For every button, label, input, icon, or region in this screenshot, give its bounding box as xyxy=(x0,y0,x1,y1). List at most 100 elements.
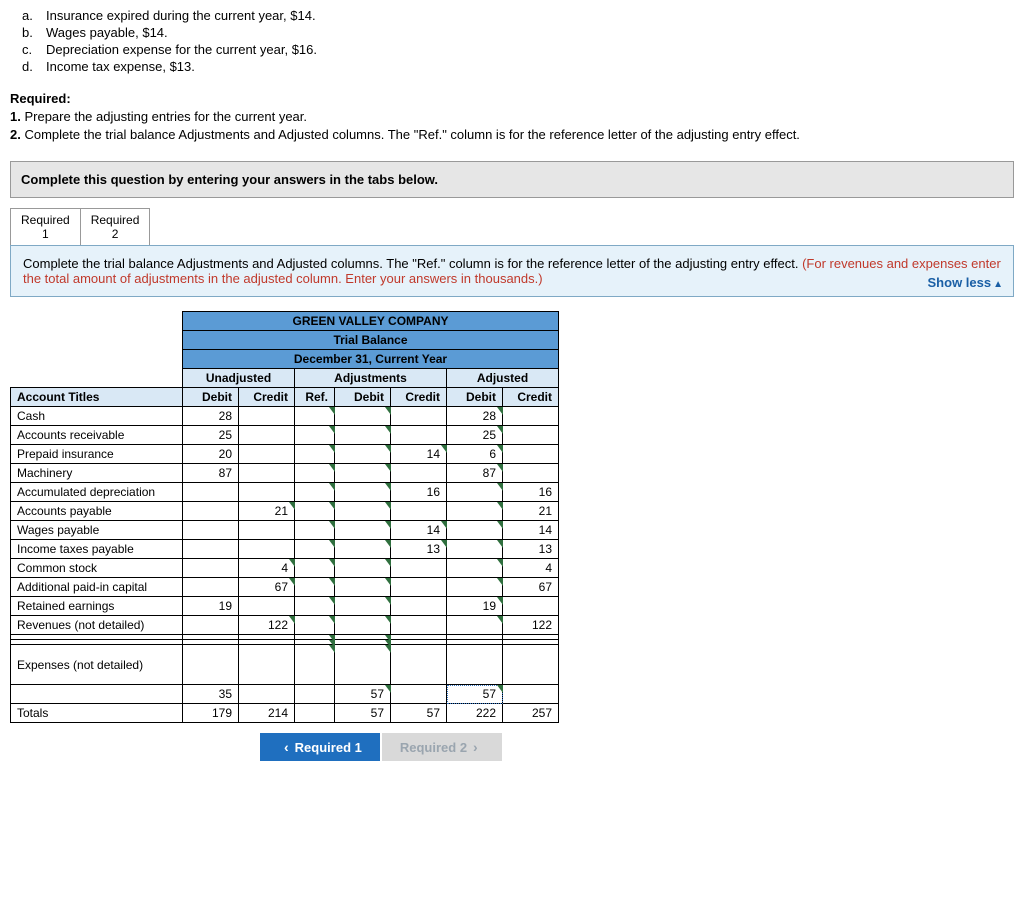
cell[interactable] xyxy=(295,464,335,483)
cell[interactable]: 257 xyxy=(503,704,559,723)
cell[interactable] xyxy=(239,521,295,540)
cell[interactable]: 222 xyxy=(447,704,503,723)
cell[interactable] xyxy=(391,502,447,521)
cell[interactable] xyxy=(183,502,239,521)
cell[interactable] xyxy=(335,645,391,685)
cell[interactable] xyxy=(335,559,391,578)
cell[interactable]: 67 xyxy=(503,578,559,597)
cell[interactable] xyxy=(239,445,295,464)
cell[interactable] xyxy=(391,616,447,635)
cell[interactable]: 57 xyxy=(335,685,391,704)
cell[interactable] xyxy=(447,559,503,578)
cell[interactable] xyxy=(295,559,335,578)
cell[interactable] xyxy=(335,464,391,483)
cell[interactable]: 179 xyxy=(183,704,239,723)
show-less-toggle[interactable]: Show less▲ xyxy=(928,275,1003,290)
cell[interactable]: 28 xyxy=(447,407,503,426)
cell[interactable] xyxy=(335,540,391,559)
cell[interactable]: 14 xyxy=(391,445,447,464)
cell[interactable] xyxy=(447,502,503,521)
cell[interactable]: 19 xyxy=(183,597,239,616)
cell[interactable]: 13 xyxy=(391,540,447,559)
cell[interactable]: 25 xyxy=(183,426,239,445)
cell[interactable] xyxy=(447,578,503,597)
cell[interactable]: 20 xyxy=(183,445,239,464)
cell[interactable]: 87 xyxy=(183,464,239,483)
cell[interactable] xyxy=(335,578,391,597)
tab-required-1[interactable]: Required 1 xyxy=(10,208,81,246)
cell[interactable] xyxy=(391,597,447,616)
cell[interactable] xyxy=(295,426,335,445)
cell[interactable] xyxy=(295,483,335,502)
cell[interactable]: 214 xyxy=(239,704,295,723)
cell[interactable] xyxy=(391,464,447,483)
cell[interactable]: 25 xyxy=(447,426,503,445)
cell[interactable]: 6 xyxy=(447,445,503,464)
cell[interactable]: 21 xyxy=(503,502,559,521)
cell[interactable] xyxy=(335,445,391,464)
cell[interactable] xyxy=(503,645,559,685)
cell[interactable] xyxy=(239,483,295,502)
cell[interactable]: 57 xyxy=(391,704,447,723)
cell[interactable] xyxy=(503,445,559,464)
cell[interactable] xyxy=(295,578,335,597)
cell[interactable] xyxy=(335,502,391,521)
cell[interactable] xyxy=(335,616,391,635)
cell[interactable]: 87 xyxy=(447,464,503,483)
cell[interactable] xyxy=(391,685,447,704)
cell[interactable] xyxy=(503,597,559,616)
prev-button[interactable]: ‹ Required 1 xyxy=(260,733,380,761)
cell[interactable]: 21 xyxy=(239,502,295,521)
cell[interactable] xyxy=(447,521,503,540)
cell[interactable] xyxy=(335,521,391,540)
cell[interactable]: 14 xyxy=(391,521,447,540)
cell[interactable] xyxy=(391,426,447,445)
cell[interactable] xyxy=(447,645,503,685)
cell[interactable] xyxy=(391,407,447,426)
cell[interactable] xyxy=(503,685,559,704)
cell[interactable] xyxy=(183,645,239,685)
cell[interactable] xyxy=(335,597,391,616)
cell[interactable] xyxy=(183,521,239,540)
cell[interactable]: 57 xyxy=(335,704,391,723)
cell[interactable] xyxy=(239,645,295,685)
cell[interactable] xyxy=(239,426,295,445)
cell[interactable] xyxy=(447,483,503,502)
cell[interactable]: 35 xyxy=(183,685,239,704)
cell[interactable] xyxy=(239,464,295,483)
cell[interactable] xyxy=(183,578,239,597)
cell[interactable]: 16 xyxy=(503,483,559,502)
cell[interactable]: 28 xyxy=(183,407,239,426)
cell[interactable] xyxy=(447,616,503,635)
cell[interactable] xyxy=(391,559,447,578)
cell[interactable] xyxy=(503,426,559,445)
cell[interactable] xyxy=(295,445,335,464)
cell[interactable] xyxy=(295,407,335,426)
cell[interactable] xyxy=(239,685,295,704)
cell[interactable]: 19 xyxy=(447,597,503,616)
cell[interactable] xyxy=(391,645,447,685)
cell[interactable]: 122 xyxy=(503,616,559,635)
next-button[interactable]: Required 2 › xyxy=(382,733,502,761)
cell[interactable] xyxy=(183,559,239,578)
cell[interactable] xyxy=(295,645,335,685)
cell[interactable] xyxy=(239,407,295,426)
cell[interactable]: 67 xyxy=(239,578,295,597)
cell[interactable]: 122 xyxy=(239,616,295,635)
cell[interactable] xyxy=(239,597,295,616)
cell[interactable] xyxy=(391,578,447,597)
cell[interactable] xyxy=(295,704,335,723)
cell[interactable] xyxy=(183,483,239,502)
cell[interactable]: 14 xyxy=(503,521,559,540)
cell[interactable] xyxy=(295,597,335,616)
cell[interactable] xyxy=(335,407,391,426)
cell[interactable]: 4 xyxy=(239,559,295,578)
cell[interactable] xyxy=(335,483,391,502)
cell[interactable] xyxy=(295,685,335,704)
tab-required-2[interactable]: Required 2 xyxy=(81,208,151,246)
cell[interactable] xyxy=(295,521,335,540)
cell[interactable] xyxy=(183,540,239,559)
cell[interactable]: 57 xyxy=(447,685,503,704)
cell[interactable] xyxy=(503,407,559,426)
cell[interactable]: 4 xyxy=(503,559,559,578)
